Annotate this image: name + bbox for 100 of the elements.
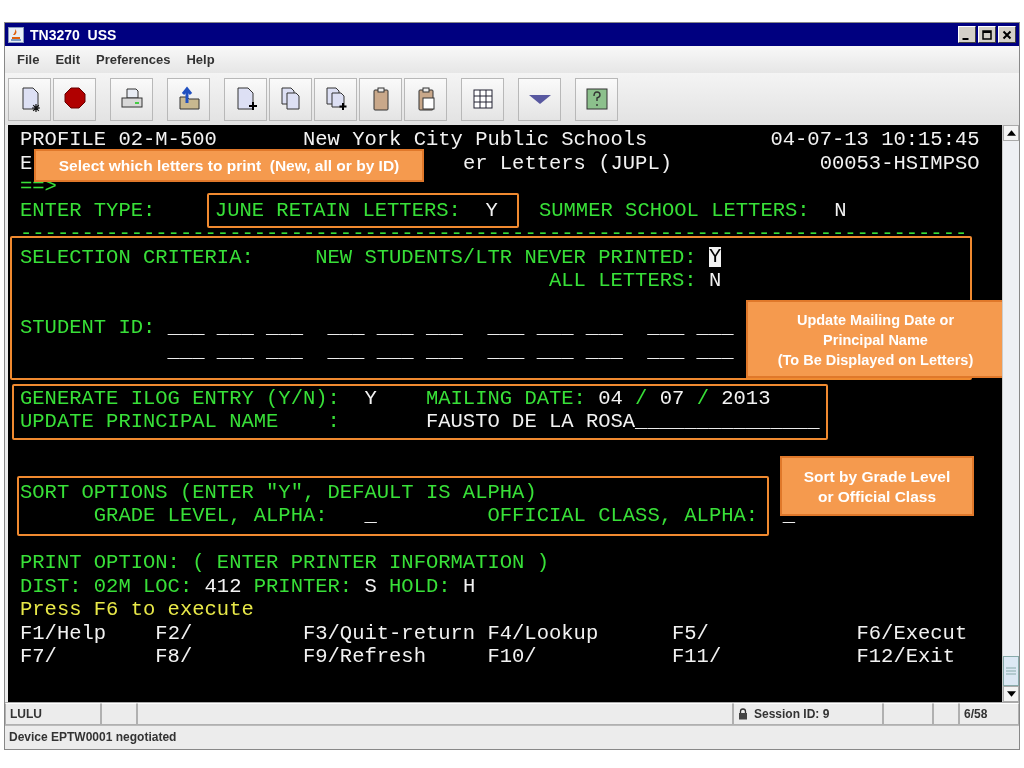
- scroll-up-button[interactable]: [1003, 125, 1019, 141]
- menu-item[interactable]: Help: [178, 50, 223, 69]
- field-value: F8/: [155, 645, 193, 669]
- scroll-thumb[interactable]: [1003, 656, 1019, 686]
- field-label: LOC:: [143, 574, 193, 598]
- field-label: MAILING DATE:: [425, 386, 586, 410]
- menu-item[interactable]: Edit: [47, 50, 88, 69]
- field-label: /: [635, 386, 648, 410]
- field-value: ___: [585, 339, 623, 363]
- field-value: ___: [376, 316, 414, 340]
- field-label: PRINTER:: [253, 574, 353, 598]
- minimize-button[interactable]: [958, 26, 976, 43]
- field-value: ___: [487, 316, 525, 340]
- field-value: H: [462, 574, 476, 598]
- toolbar-button[interactable]: [575, 77, 618, 121]
- field-value: ___: [487, 339, 525, 363]
- toolbar-button[interactable]: [518, 77, 561, 121]
- menu-item[interactable]: Preferences: [87, 50, 179, 69]
- field-value: F10/: [487, 645, 537, 669]
- field-label: GRADE LEVEL, ALPHA:: [93, 504, 328, 528]
- field-value: F11/: [672, 645, 722, 669]
- field-label: 02M: [93, 574, 131, 598]
- maximize-button[interactable]: [978, 26, 996, 43]
- field-value: Y: [485, 199, 498, 223]
- lock-icon: [738, 708, 748, 720]
- field-value: 00053-HSIMPSO: [819, 151, 980, 175]
- field-value: PROFILE 02-M-500: [20, 128, 217, 152]
- field-value: Y: [364, 386, 377, 410]
- field-label: -----------------------------------------------------------------------------: [20, 222, 968, 246]
- dropdown-icon: [528, 94, 551, 104]
- scroll-down-button[interactable]: [1003, 686, 1019, 702]
- callout-note: Select which letters to print (New, all or by ID): [34, 149, 424, 182]
- cursor-field[interactable]: Y: [708, 247, 722, 268]
- minimize-icon: [961, 37, 969, 40]
- field-value: FAUSTO DE LA ROSA_______________: [425, 410, 820, 434]
- field-value: ___: [216, 339, 254, 363]
- field-value: F5/: [672, 621, 709, 645]
- toolbar-button[interactable]: [404, 77, 447, 121]
- field-value: ___: [585, 316, 623, 340]
- app-icon: [8, 26, 24, 43]
- toolbar-button[interactable]: [167, 77, 210, 121]
- menu-item[interactable]: File: [9, 50, 48, 69]
- field-value: ___: [327, 339, 365, 363]
- field-value: _: [364, 504, 377, 528]
- field-value: F4/Lookup: [487, 621, 599, 645]
- field-value: S: [364, 574, 377, 598]
- field-value: F9/Refresh: [302, 645, 426, 669]
- field-value: F3/Quit-return: [302, 621, 476, 645]
- field-value: N: [834, 198, 847, 222]
- field-value: ___: [696, 316, 734, 340]
- field-label: ALL LETTERS:: [549, 269, 697, 293]
- field-label: :: [327, 410, 340, 434]
- status-text: LULU: [10, 707, 42, 721]
- field-label: JUNE RETAIN LETTERS:: [214, 199, 461, 223]
- field-value: 04: [598, 386, 623, 410]
- toolbar-button[interactable]: [8, 77, 51, 121]
- field-value: E: [20, 151, 33, 175]
- toolbar-button[interactable]: [359, 77, 402, 121]
- field-label: ENTER TYPE:: [20, 198, 156, 222]
- status-text: 6/58: [964, 707, 988, 721]
- field-value: F1/Help: [20, 621, 107, 645]
- field-label: PRINT OPTION: ( ENTER PRINTER INFORMATION ): [20, 551, 549, 575]
- field-value: 04-07-13 10:15:45: [770, 128, 980, 152]
- field-label: HOLD:: [389, 574, 451, 598]
- field-value: ___: [216, 316, 254, 340]
- toolbar-button[interactable]: [53, 77, 96, 121]
- field-value: F12/Exit: [856, 645, 955, 669]
- field-label: NEW STUDENTS/LTR NEVER PRINTED:: [315, 245, 697, 269]
- field-label: /: [696, 386, 709, 410]
- field-value: ___: [647, 339, 685, 363]
- maximize-icon: [982, 29, 992, 40]
- field-value: ___: [536, 316, 574, 340]
- field-value: ___: [425, 316, 463, 340]
- callout-note: Sort by Grade Level or Official Class: [780, 456, 974, 516]
- toolbar-button[interactable]: [314, 77, 357, 121]
- field-label: SELECTION CRITERIA:: [20, 245, 254, 269]
- field-value: er Letters (JUPL): [462, 151, 672, 175]
- close-button[interactable]: [998, 26, 1016, 43]
- field-value: New York City Public Schools: [302, 128, 648, 152]
- field-value: ___: [327, 316, 365, 340]
- field-value: F7/: [20, 645, 57, 669]
- field-value: 2013: [721, 386, 771, 410]
- field-value: N: [708, 269, 722, 293]
- field-label: SORT OPTIONS (ENTER "Y", DEFAULT IS ALPHA): [20, 480, 537, 504]
- field-value: 412: [204, 574, 242, 598]
- field-value: ___: [647, 316, 685, 340]
- field-label: GENERATE ILOG ENTRY (Y/N):: [20, 386, 340, 410]
- field-label: DIST:: [20, 574, 82, 598]
- field-label: STUDENT ID:: [20, 316, 156, 340]
- up-arrow-icon: [1006, 130, 1016, 136]
- field-label: OFFICIAL CLASS, ALPHA:: [487, 504, 759, 528]
- field-value: ___: [266, 339, 303, 363]
- field-label: UPDATE PRINCIPAL NAME: [20, 410, 279, 434]
- field-value: ___: [167, 316, 205, 340]
- window-title: TN3270 USS: [30, 26, 117, 43]
- scrollbar[interactable]: [1002, 125, 1019, 702]
- field-value: ___: [696, 339, 734, 363]
- field-value: F2/: [155, 621, 193, 645]
- field-value: ___: [425, 339, 463, 363]
- close-icon: [1002, 29, 1012, 40]
